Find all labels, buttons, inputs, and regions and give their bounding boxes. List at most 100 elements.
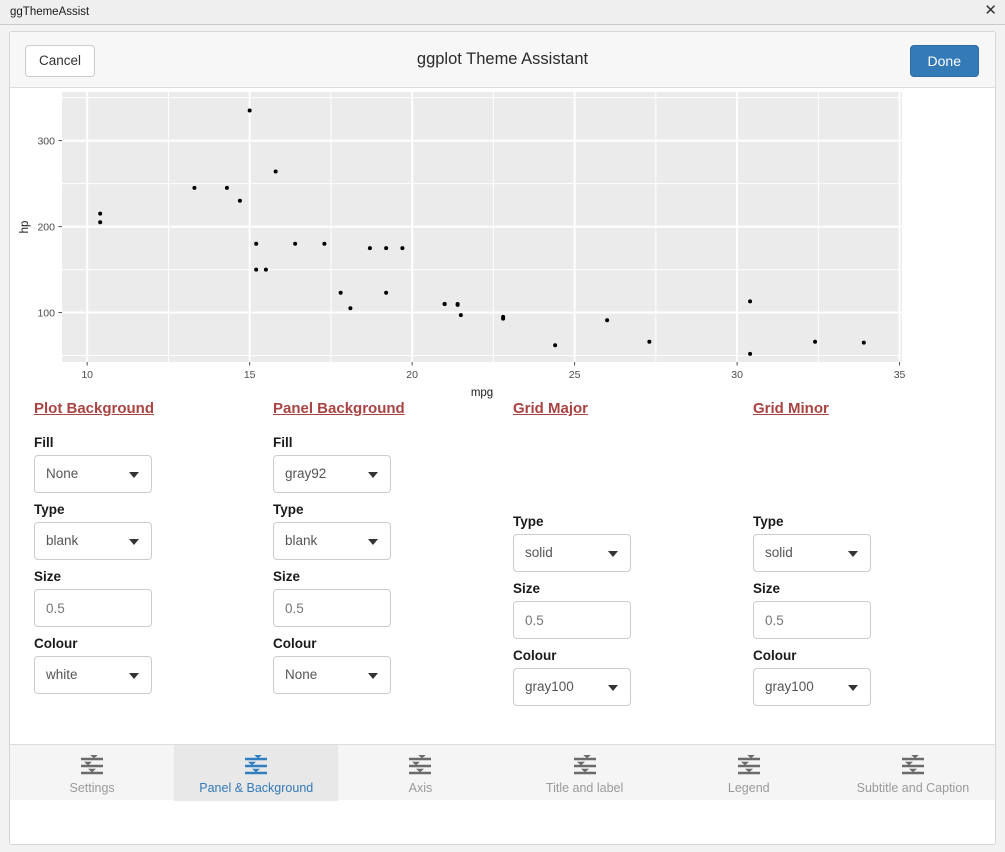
- x-tick-label: 10: [81, 369, 93, 381]
- select-type[interactable]: blank: [273, 522, 391, 560]
- x-tick-label: 20: [406, 369, 418, 381]
- sliders-icon: [409, 755, 432, 775]
- select-type[interactable]: solid: [513, 534, 631, 572]
- select-value: blank: [285, 533, 318, 548]
- field-size: Size: [273, 569, 503, 627]
- data-point: [237, 198, 242, 203]
- sliders-icon: [245, 755, 268, 775]
- field-label: Colour: [34, 636, 78, 651]
- y-tick-label: 200: [37, 222, 55, 234]
- field-label: Fill: [34, 435, 54, 450]
- control-column-plot-background: Plot Background Fill None Type blank Size Colo…: [34, 400, 264, 703]
- input-size[interactable]: [513, 601, 631, 639]
- chevron-down-icon: [368, 539, 378, 545]
- field-type: Type blank: [273, 502, 503, 560]
- data-point: [553, 343, 558, 348]
- input-size[interactable]: [34, 589, 152, 627]
- chevron-down-icon: [368, 472, 378, 478]
- control-column-grid-major: Grid Major Type solid Size Colour gray100: [513, 400, 743, 715]
- data-point: [254, 241, 259, 246]
- sliders-icon: [573, 755, 596, 775]
- close-icon[interactable]: ✕: [984, 3, 997, 19]
- field-colour: Colour None: [273, 636, 503, 694]
- field-fill: Fill None: [34, 435, 264, 493]
- ggplot-preview: 10 15 20 25 30 35 100 200 300 mpg hp: [10, 88, 995, 400]
- input-size[interactable]: [273, 589, 391, 627]
- tab-label: Panel & Background: [199, 781, 314, 795]
- input-size[interactable]: [753, 601, 871, 639]
- tab-bar: Settings Panel & Background Axis Title and …: [10, 744, 995, 801]
- y-axis-title: hp: [19, 221, 31, 234]
- sliders-icon: [81, 755, 104, 775]
- field-label: Size: [513, 581, 541, 596]
- tab-legend[interactable]: Legend: [667, 745, 831, 801]
- data-point: [748, 351, 753, 356]
- data-point: [442, 301, 447, 306]
- dialog-body: 10 15 20 25 30 35 100 200 300 mpg hp Plot Backgrou…: [10, 88, 995, 801]
- y-tick-label: 300: [37, 136, 55, 148]
- tab-settings[interactable]: Settings: [10, 745, 174, 801]
- control-column-title[interactable]: Grid Minor: [753, 400, 983, 418]
- data-point: [400, 246, 405, 251]
- control-column-grid-minor: Grid Minor Type solid Size Colour gray100: [753, 400, 983, 715]
- select-type[interactable]: blank: [34, 522, 152, 560]
- tab-axis[interactable]: Axis: [338, 745, 502, 801]
- select-value: None: [285, 667, 318, 682]
- tab-label: Axis: [408, 781, 433, 795]
- app-window: ggThemeAssist ✕ Cancel ggplot Theme Assi…: [0, 0, 1005, 852]
- data-point: [293, 241, 298, 246]
- field-type: Type blank: [34, 502, 264, 560]
- data-point: [458, 313, 463, 318]
- theme-controls: Plot Background Fill None Type blank Size Colo…: [10, 400, 995, 800]
- window-title: ggThemeAssist: [10, 6, 90, 18]
- select-fill[interactable]: None: [34, 455, 152, 493]
- done-button[interactable]: Done: [909, 45, 979, 77]
- chevron-down-icon: [129, 472, 139, 478]
- x-tick-label: 25: [569, 369, 581, 381]
- chevron-down-icon: [608, 685, 618, 691]
- data-point: [813, 339, 818, 344]
- tab-title-and-label[interactable]: Title and label: [503, 745, 667, 801]
- data-point: [455, 302, 460, 307]
- x-axis-title: mpg: [471, 387, 493, 399]
- control-column-panel-background: Panel Background Fill gray92 Type blank Size C…: [273, 400, 503, 703]
- field-type: Type solid: [513, 514, 743, 572]
- select-colour[interactable]: gray100: [513, 668, 631, 706]
- field-label: Fill: [273, 435, 293, 450]
- data-point: [192, 185, 197, 190]
- tab-subtitle-and-caption[interactable]: Subtitle and Caption: [831, 745, 995, 801]
- select-colour[interactable]: gray100: [753, 668, 871, 706]
- tab-panel-background[interactable]: Panel & Background: [174, 745, 339, 801]
- x-tick-label: 35: [894, 369, 906, 381]
- control-column-title[interactable]: Plot Background: [34, 400, 264, 418]
- x-tick-label: 30: [731, 369, 743, 381]
- data-point: [501, 314, 506, 319]
- data-point: [348, 306, 353, 311]
- select-value: None: [46, 466, 79, 481]
- select-colour[interactable]: None: [273, 656, 391, 694]
- select-value: gray100: [765, 679, 814, 694]
- select-value: gray92: [285, 466, 327, 481]
- control-column-title[interactable]: Grid Major: [513, 400, 743, 418]
- select-value: white: [46, 667, 78, 682]
- tab-label: Legend: [727, 781, 770, 795]
- control-column-title[interactable]: Panel Background: [273, 400, 503, 418]
- tab-label: Title and label: [545, 781, 624, 795]
- field-spacer: [753, 435, 983, 505]
- select-value: solid: [525, 545, 553, 560]
- select-value: gray100: [525, 679, 574, 694]
- field-size: Size: [753, 581, 983, 639]
- window-titlebar: ggThemeAssist ✕: [0, 0, 1005, 25]
- chevron-down-icon: [129, 539, 139, 545]
- tab-label: Subtitle and Caption: [856, 781, 970, 795]
- field-label: Colour: [753, 648, 797, 663]
- select-type[interactable]: solid: [753, 534, 871, 572]
- dialog-title: ggplot Theme Assistant: [416, 50, 589, 68]
- data-point: [748, 299, 753, 304]
- select-fill[interactable]: gray92: [273, 455, 391, 493]
- data-point: [605, 318, 610, 323]
- select-value: solid: [765, 545, 793, 560]
- data-point: [98, 211, 103, 216]
- select-colour[interactable]: white: [34, 656, 152, 694]
- sliders-icon: [737, 755, 760, 775]
